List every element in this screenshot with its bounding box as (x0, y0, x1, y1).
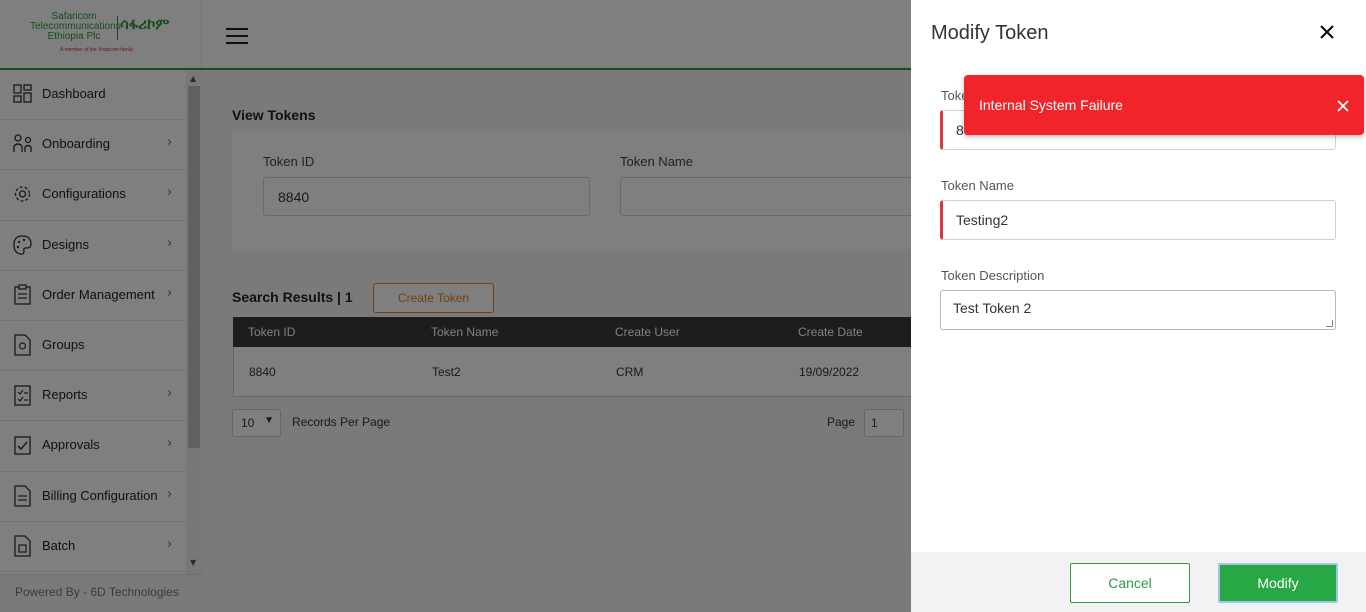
drawer-footer: Cancel Modify (911, 552, 1366, 612)
token-description-value: Test Token 2 (953, 300, 1032, 316)
modal-backdrop[interactable] (0, 0, 911, 612)
close-icon[interactable] (1317, 22, 1337, 42)
toast-message: Internal System Failure (979, 97, 1123, 113)
modify-button[interactable]: Modify (1218, 563, 1338, 603)
token-name-field[interactable]: Testing2 (940, 200, 1336, 240)
drawer-title: Modify Token (931, 22, 1049, 44)
resize-grip-icon[interactable] (1326, 320, 1333, 327)
token-description-field[interactable]: Test Token 2 (940, 290, 1336, 330)
cancel-button[interactable]: Cancel (1070, 563, 1190, 603)
toast-close-icon[interactable] (1336, 99, 1350, 113)
token-name-label: Token Name (941, 178, 1014, 193)
error-toast: Internal System Failure (964, 75, 1364, 135)
token-description-label: Token Description (941, 268, 1045, 283)
